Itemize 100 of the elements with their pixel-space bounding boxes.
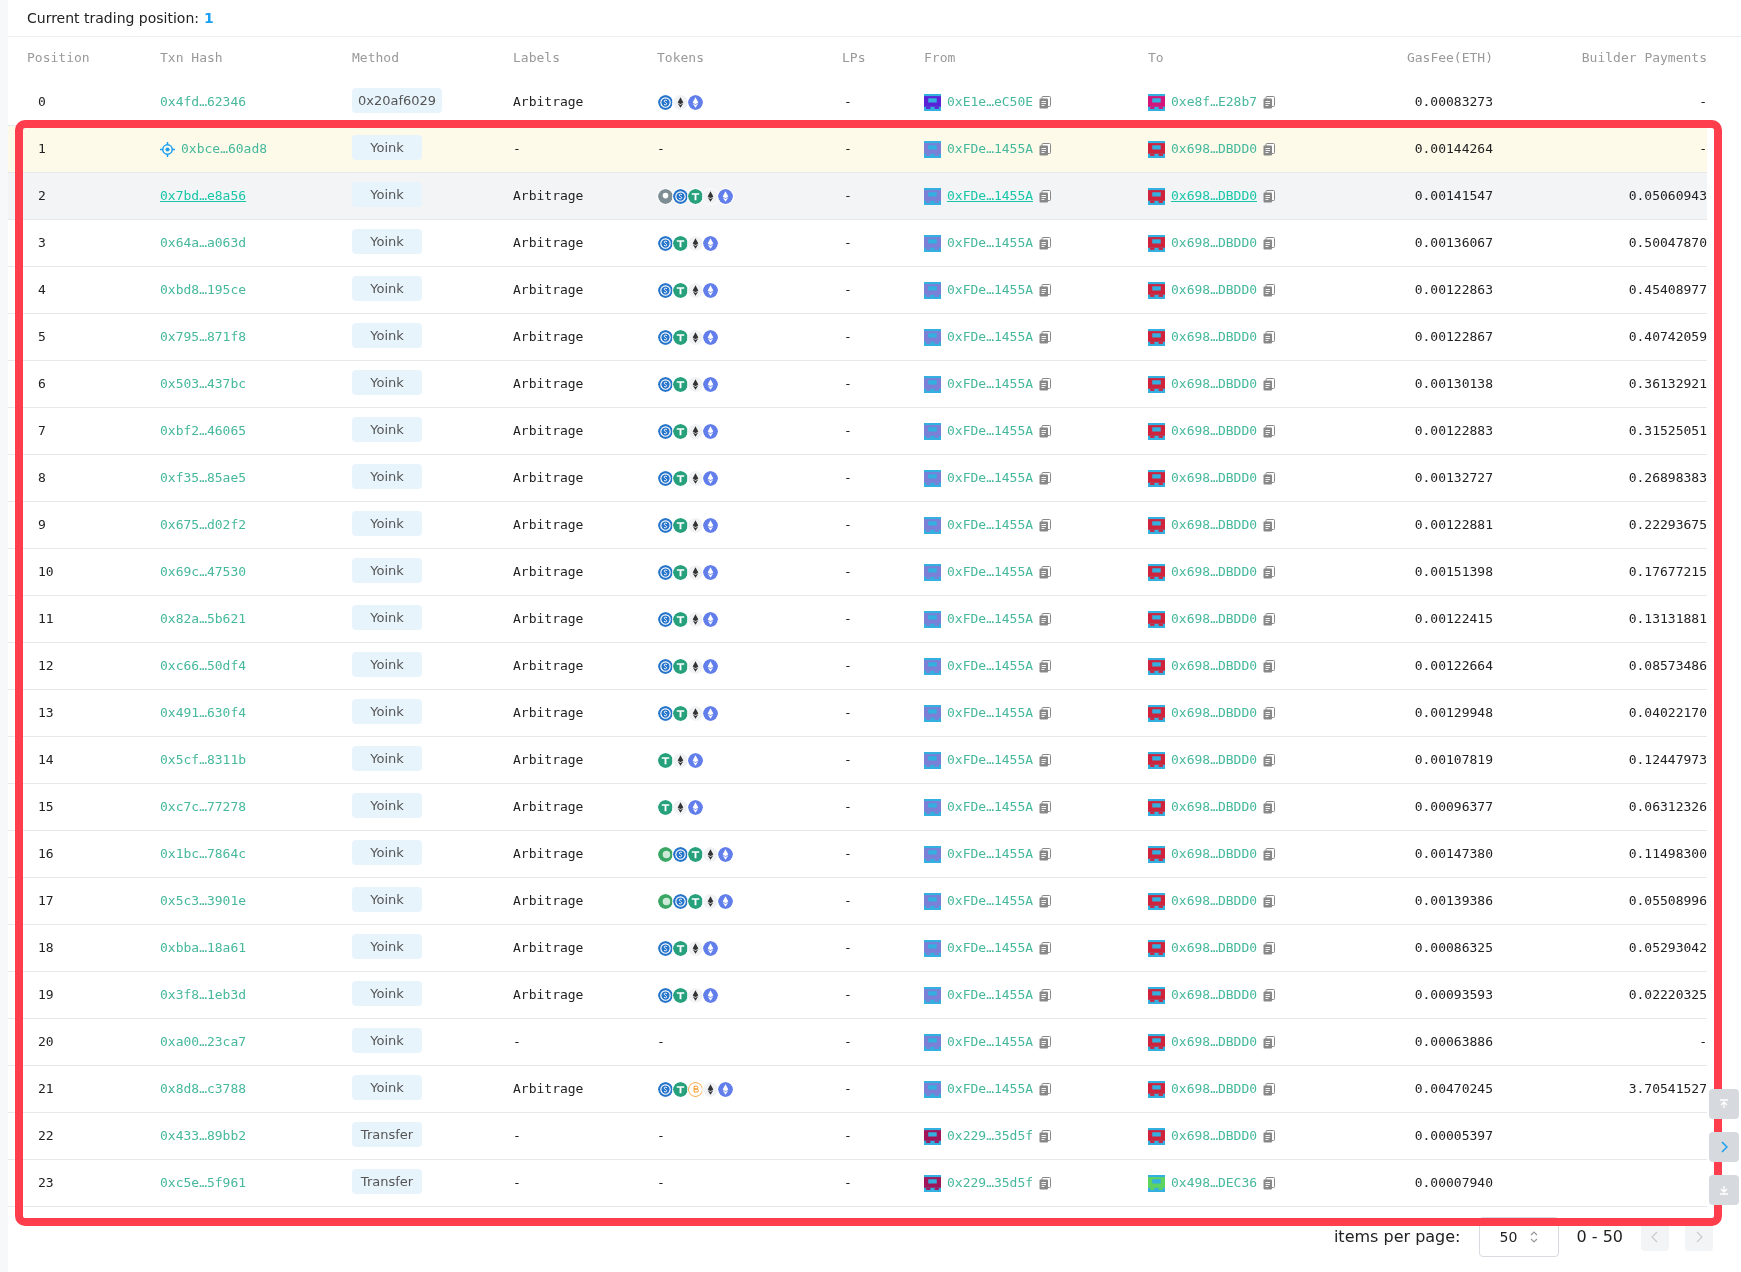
address-link[interactable]: 0x698…DBDD0 [1171, 374, 1258, 394]
items-per-page-select[interactable]: 50 [1478, 1217, 1559, 1257]
copy-icon[interactable] [1263, 659, 1276, 673]
txn-hash-link[interactable]: 0x69c…47530 [160, 562, 247, 582]
table-row[interactable]: 1 0xbce…60ad8 Yoink - - - 0xFDe…1455A 0x698…DBDD0 0.00144264 - [8, 126, 1707, 173]
address-link[interactable]: 0x698…DBDD0 [1171, 327, 1258, 347]
address-link[interactable]: 0x698…DBDD0 [1171, 656, 1258, 676]
address-link[interactable]: 0xE1e…eC50E [947, 92, 1034, 112]
copy-icon[interactable] [1039, 471, 1052, 485]
txn-hash-link[interactable]: 0x795…871f8 [160, 327, 247, 347]
copy-icon[interactable] [1039, 894, 1052, 908]
address-link[interactable]: 0x698…DBDD0 [1171, 421, 1258, 441]
address-link[interactable]: 0x698…DBDD0 [1171, 1126, 1258, 1146]
copy-icon[interactable] [1263, 565, 1276, 579]
address-link[interactable]: 0xFDe…1455A [947, 280, 1034, 300]
address-link[interactable]: 0xFDe…1455A [947, 844, 1034, 864]
copy-icon[interactable] [1263, 941, 1276, 955]
txn-hash-link[interactable]: 0xc7c…77278 [160, 797, 247, 817]
txn-hash-link[interactable]: 0x4fd…62346 [160, 92, 247, 112]
txn-hash-link[interactable]: 0xbd8…195ce [160, 280, 247, 300]
address-link[interactable]: 0xFDe…1455A [947, 938, 1034, 958]
copy-icon[interactable] [1039, 941, 1052, 955]
address-link[interactable]: 0xFDe…1455A [947, 421, 1034, 441]
address-link[interactable]: 0x698…DBDD0 [1171, 468, 1258, 488]
address-link[interactable]: 0x698…DBDD0 [1171, 985, 1258, 1005]
address-link[interactable]: 0xFDe…1455A [947, 233, 1034, 253]
copy-icon[interactable] [1263, 142, 1276, 156]
txn-hash-link[interactable]: 0xc5e…5f961 [160, 1173, 247, 1193]
address-link[interactable]: 0x698…DBDD0 [1171, 233, 1258, 253]
copy-icon[interactable] [1039, 189, 1052, 203]
copy-icon[interactable] [1263, 471, 1276, 485]
txn-hash-link[interactable]: 0x1bc…7864c [160, 844, 247, 864]
copy-icon[interactable] [1263, 800, 1276, 814]
copy-icon[interactable] [1039, 800, 1052, 814]
copy-icon[interactable] [1039, 565, 1052, 579]
copy-icon[interactable] [1039, 424, 1052, 438]
address-link[interactable]: 0xFDe…1455A [947, 515, 1034, 535]
copy-icon[interactable] [1263, 847, 1276, 861]
copy-icon[interactable] [1039, 236, 1052, 250]
copy-icon[interactable] [1263, 518, 1276, 532]
copy-icon[interactable] [1263, 95, 1276, 109]
txn-hash-link[interactable]: 0x64a…a063d [160, 233, 247, 253]
address-link[interactable]: 0xFDe…1455A [947, 327, 1034, 347]
txn-hash-link[interactable]: 0x433…89bb2 [160, 1126, 247, 1146]
copy-icon[interactable] [1263, 1129, 1276, 1143]
table-row[interactable]: 2 0x7bd…e8a56 Yoink Arbitrage - 0xFDe…1455A 0x698…DBDD0 0.00141547 0.05060943 [8, 173, 1707, 220]
txn-hash-link[interactable]: 0xc66…50df4 [160, 656, 247, 676]
copy-icon[interactable] [1039, 283, 1052, 297]
address-link[interactable]: 0xFDe…1455A [947, 891, 1034, 911]
txn-hash-link[interactable]: 0xbf2…46065 [160, 421, 247, 441]
address-link[interactable]: 0x698…DBDD0 [1171, 609, 1258, 629]
address-link[interactable]: 0xFDe…1455A [947, 609, 1034, 629]
address-link[interactable]: 0x498…DEC36 [1171, 1173, 1258, 1193]
txn-hash-link[interactable]: 0x5cf…8311b [160, 750, 247, 770]
txn-hash-link[interactable]: 0x7bd…e8a56 [160, 186, 247, 206]
address-link[interactable]: 0xFDe…1455A [947, 374, 1034, 394]
copy-icon[interactable] [1039, 330, 1052, 344]
txn-hash-link[interactable]: 0xbba…18a61 [160, 938, 247, 958]
copy-icon[interactable] [1039, 706, 1052, 720]
copy-icon[interactable] [1263, 1082, 1276, 1096]
address-link[interactable]: 0x698…DBDD0 [1171, 562, 1258, 582]
txn-hash-link[interactable]: 0x82a…5b621 [160, 609, 247, 629]
address-link[interactable]: 0x698…DBDD0 [1171, 938, 1258, 958]
copy-icon[interactable] [1039, 753, 1052, 767]
address-link[interactable]: 0x698…DBDD0 [1171, 186, 1258, 206]
copy-icon[interactable] [1039, 612, 1052, 626]
address-link[interactable]: 0x698…DBDD0 [1171, 891, 1258, 911]
txn-hash-link[interactable]: 0x675…d02f2 [160, 515, 247, 535]
copy-icon[interactable] [1263, 1176, 1276, 1190]
copy-icon[interactable] [1263, 1035, 1276, 1049]
copy-icon[interactable] [1263, 988, 1276, 1002]
address-link[interactable]: 0x229…35d5f [947, 1173, 1034, 1193]
address-link[interactable]: 0xFDe…1455A [947, 797, 1034, 817]
address-link[interactable]: 0x698…DBDD0 [1171, 280, 1258, 300]
address-link[interactable]: 0x698…DBDD0 [1171, 1079, 1258, 1099]
copy-icon[interactable] [1039, 1035, 1052, 1049]
address-link[interactable]: 0xFDe…1455A [947, 186, 1034, 206]
txn-hash-link[interactable]: 0x5c3…3901e [160, 891, 247, 911]
address-link[interactable]: 0xFDe…1455A [947, 562, 1034, 582]
address-link[interactable]: 0xFDe…1455A [947, 703, 1034, 723]
address-link[interactable]: 0xFDe…1455A [947, 468, 1034, 488]
copy-icon[interactable] [1039, 142, 1052, 156]
txn-hash-link[interactable]: 0xbce…60ad8 [181, 139, 268, 159]
copy-icon[interactable] [1263, 330, 1276, 344]
address-link[interactable]: 0x698…DBDD0 [1171, 1032, 1258, 1052]
address-link[interactable]: 0xFDe…1455A [947, 656, 1034, 676]
address-link[interactable]: 0x698…DBDD0 [1171, 515, 1258, 535]
txn-hash-link[interactable]: 0x491…630f4 [160, 703, 247, 723]
address-link[interactable]: 0x698…DBDD0 [1171, 139, 1258, 159]
address-link[interactable]: 0xFDe…1455A [947, 985, 1034, 1005]
copy-icon[interactable] [1263, 894, 1276, 908]
copy-icon[interactable] [1263, 189, 1276, 203]
copy-icon[interactable] [1039, 1176, 1052, 1190]
txn-hash-link[interactable]: 0x503…437bc [160, 374, 247, 394]
copy-icon[interactable] [1039, 1082, 1052, 1096]
address-link[interactable]: 0xFDe…1455A [947, 139, 1034, 159]
copy-icon[interactable] [1039, 518, 1052, 532]
address-link[interactable]: 0xFDe…1455A [947, 750, 1034, 770]
copy-icon[interactable] [1263, 612, 1276, 626]
copy-icon[interactable] [1039, 95, 1052, 109]
